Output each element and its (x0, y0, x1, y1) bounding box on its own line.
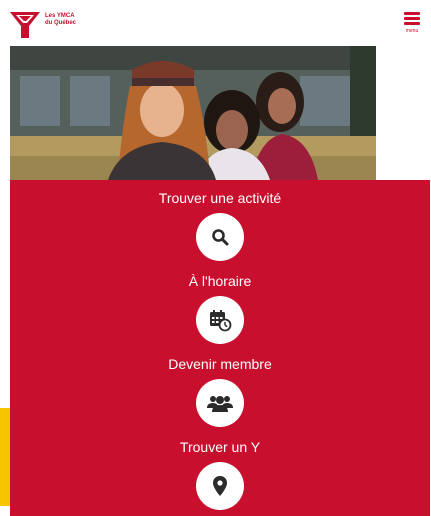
find-activity-button[interactable] (196, 213, 244, 261)
nav-item-find-y: Trouver un Y (10, 439, 430, 510)
nav-item-find-activity: Trouver une activité (10, 190, 430, 261)
membership-button[interactable] (196, 379, 244, 427)
nav-item-label[interactable]: Trouver une activité (159, 190, 281, 206)
people-icon (207, 396, 233, 412)
hero-photo (10, 46, 376, 180)
hamburger-icon-bar (404, 22, 420, 25)
schedule-button[interactable] (196, 296, 244, 344)
nav-item-schedule: À l'horaire (10, 273, 430, 344)
search-icon (212, 229, 229, 246)
nav-item-label[interactable]: Devenir membre (168, 356, 271, 372)
calendar-clock-icon (210, 310, 232, 332)
nav-item-membership: Devenir membre (10, 356, 430, 427)
logo-line-1: Les YMCA (45, 13, 75, 19)
nav-item-label[interactable]: Trouver un Y (180, 439, 260, 455)
ymca-logo-icon[interactable] (10, 10, 40, 40)
logo-line-2: du Québec (45, 20, 77, 26)
logo-wordmark: Les YMCA du Québec (45, 13, 76, 27)
hamburger-icon (404, 12, 420, 15)
find-location-button[interactable] (196, 462, 244, 510)
hamburger-icon-bar (404, 17, 420, 20)
nav-item-label[interactable]: À l'horaire (189, 273, 252, 289)
hero-image (10, 46, 376, 180)
menu-label: menu (405, 28, 419, 34)
menu-button[interactable]: menu (401, 12, 423, 38)
site-header: Les YMCA du Québec menu (0, 0, 431, 46)
accent-strip (0, 408, 10, 506)
map-pin-icon (213, 476, 227, 496)
